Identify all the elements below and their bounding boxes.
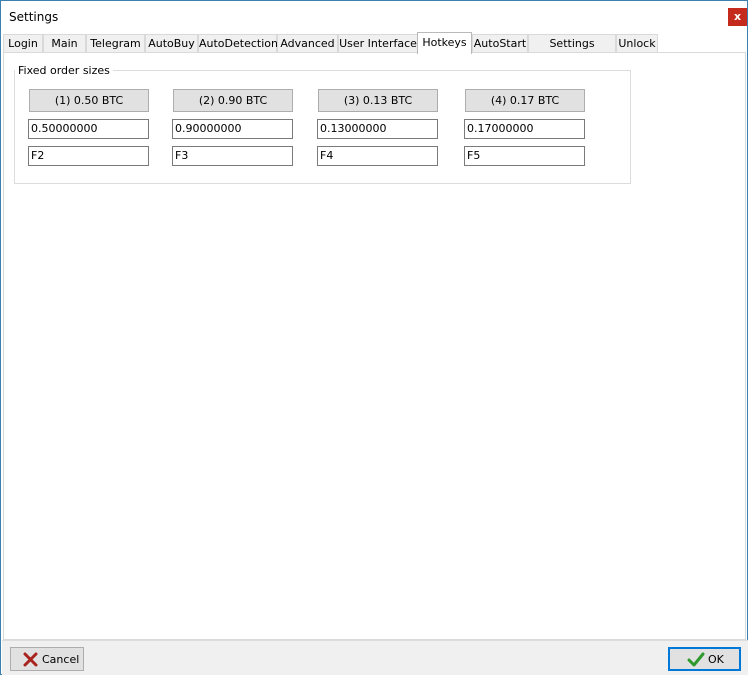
order-amount-field-1[interactable]: 0.50000000 [28,119,149,139]
hotkeys-panel [3,52,746,640]
tab-settings-wizard[interactable]: Settings Wizard [528,34,616,67]
order-size-button-2[interactable]: (2) 0.90 BTC [173,89,293,112]
tab-autostart[interactable]: AutoStart [472,34,528,53]
tab-advanced[interactable]: Advanced [277,34,338,53]
order-hotkey-field-4[interactable]: F5 [464,146,585,166]
close-icon[interactable]: x [734,10,741,23]
order-amount-field-3[interactable]: 0.13000000 [317,119,438,139]
tab-user-interface[interactable]: User Interface [338,34,418,53]
tab-autobuy[interactable]: AutoBuy [145,34,198,53]
tab-hotkeys[interactable]: Hotkeys [417,32,472,54]
tab-autodetection[interactable]: AutoDetection [198,34,278,53]
tab-unlock[interactable]: Unlock [616,34,658,53]
group-title: Fixed order sizes [15,64,113,77]
order-size-button-4[interactable]: (4) 0.17 BTC [465,89,585,112]
order-size-button-3[interactable]: (3) 0.13 BTC [318,89,438,112]
ok-button[interactable]: OK [668,647,741,671]
settings-window: Settings x Login Main Telegram AutoBuy A… [0,0,748,675]
cancel-x-icon [23,652,38,667]
order-hotkey-field-1[interactable]: F2 [28,146,149,166]
order-hotkey-field-3[interactable]: F4 [317,146,438,166]
order-size-button-1[interactable]: (1) 0.50 BTC [29,89,149,112]
tab-login[interactable]: Login [3,34,43,53]
order-amount-field-4[interactable]: 0.17000000 [464,119,585,139]
ok-label: OK [708,653,724,666]
order-hotkey-field-2[interactable]: F3 [172,146,293,166]
close-button[interactable]: x [728,8,747,26]
tab-strip: Login Main Telegram AutoBuy AutoDetectio… [3,32,745,67]
dialog-footer: Cancel OK [2,640,748,675]
cancel-label: Cancel [42,653,80,666]
checkmark-icon [687,652,705,667]
tab-main[interactable]: Main [43,34,86,53]
window-title: Settings [9,10,59,24]
tab-telegram[interactable]: Telegram [86,34,145,53]
cancel-button[interactable]: Cancel [10,647,84,671]
title-bar: Settings x [1,1,747,32]
order-amount-field-2[interactable]: 0.90000000 [172,119,293,139]
